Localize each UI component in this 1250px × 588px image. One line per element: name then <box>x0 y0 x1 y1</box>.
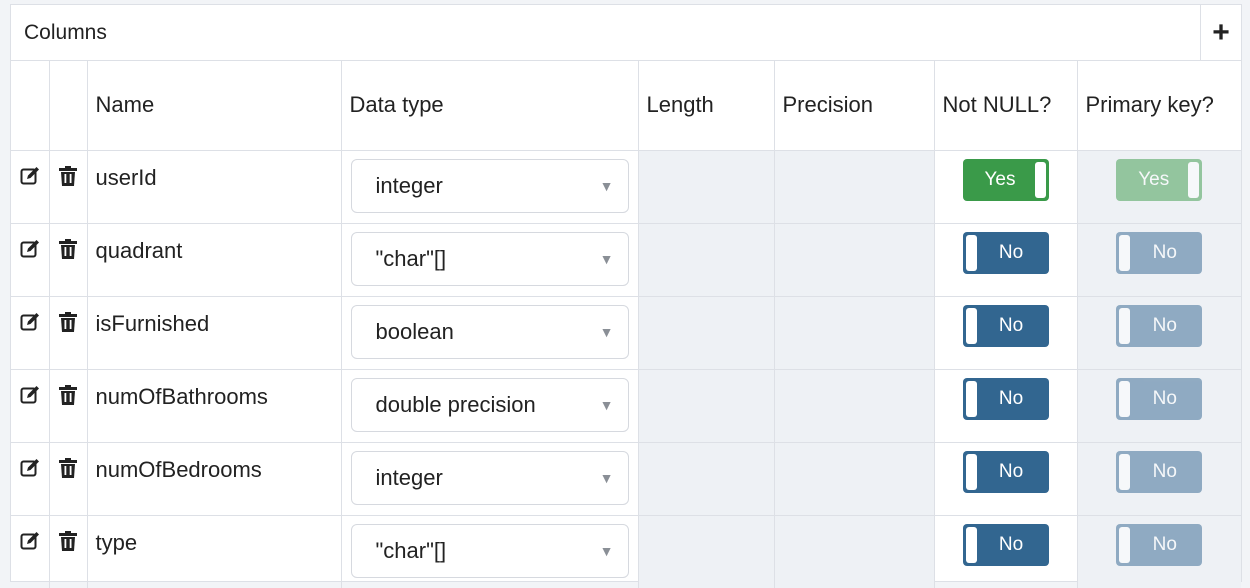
table-header-row: Name Data type Length Precision Not NULL… <box>11 61 1241 151</box>
columns-panel: Columns + Name Data type Length Precisio… <box>10 4 1242 588</box>
not-null-toggle[interactable]: Yes <box>962 158 1049 201</box>
data-type-select[interactable]: integer ▼ <box>350 450 629 505</box>
column-name[interactable]: type <box>87 515 342 588</box>
primary-key-toggle[interactable]: No <box>1116 523 1203 566</box>
trash-icon[interactable] <box>59 384 77 406</box>
primary-key-value: No <box>1152 387 1177 409</box>
trash-icon[interactable] <box>59 457 77 479</box>
precision-cell <box>774 223 935 297</box>
precision-cell <box>774 515 935 588</box>
not-null-value: No <box>998 460 1024 482</box>
data-type-value: integer <box>375 464 443 490</box>
edit-icon[interactable] <box>20 238 40 260</box>
data-type-select[interactable]: double precision ▼ <box>350 377 629 432</box>
edit-icon[interactable] <box>20 457 40 479</box>
data-type-value: double precision <box>375 391 536 417</box>
column-name[interactable]: numOfBedrooms <box>87 442 342 516</box>
length-cell <box>638 515 775 588</box>
header-delete <box>49 61 88 151</box>
columns-table: Name Data type Length Precision Not NULL… <box>11 61 1241 588</box>
data-type-select[interactable]: boolean ▼ <box>350 304 629 359</box>
not-null-toggle[interactable]: No <box>962 304 1049 347</box>
edit-icon[interactable] <box>20 384 40 406</box>
column-name[interactable]: numOfBathrooms <box>87 369 342 443</box>
table-row: isFurnished boolean ▼ No No <box>11 296 1241 370</box>
not-null-value: No <box>998 533 1024 555</box>
not-null-toggle[interactable]: No <box>962 231 1049 274</box>
not-null-value: Yes <box>984 168 1016 190</box>
precision-cell <box>774 296 935 370</box>
caret-down-icon: ▼ <box>599 396 614 413</box>
table-row: numOfBedrooms integer ▼ No No <box>11 442 1241 516</box>
edit-icon[interactable] <box>20 530 40 552</box>
table-row: quadrant "char"[] ▼ No No <box>11 223 1241 297</box>
trash-icon[interactable] <box>59 238 77 260</box>
primary-key-value: No <box>1152 460 1177 482</box>
not-null-toggle[interactable]: No <box>962 450 1049 493</box>
plus-icon: + <box>1212 15 1230 49</box>
primary-key-toggle[interactable]: No <box>1116 377 1203 420</box>
header-precision: Precision <box>774 61 935 151</box>
trash-icon[interactable] <box>59 165 77 187</box>
caret-down-icon: ▼ <box>599 542 614 559</box>
header-name: Name <box>87 61 342 151</box>
edit-icon[interactable] <box>20 311 40 333</box>
data-type-value: "char"[] <box>375 245 447 271</box>
not-null-toggle[interactable]: No <box>962 377 1049 420</box>
header-primary-key: Primary key? <box>1077 61 1241 151</box>
not-null-value: No <box>998 314 1024 336</box>
caret-down-icon: ▼ <box>599 469 614 486</box>
precision-cell <box>774 442 935 516</box>
trash-icon[interactable] <box>59 530 77 552</box>
precision-cell <box>774 150 935 224</box>
panel-header: Columns + <box>11 5 1241 61</box>
header-not-null: Not NULL? <box>934 61 1078 151</box>
table-row: numOfBathrooms double precision ▼ No No <box>11 369 1241 443</box>
primary-key-value: No <box>1152 533 1177 555</box>
data-type-value: "char"[] <box>375 537 447 563</box>
data-type-value: boolean <box>375 318 454 344</box>
column-name[interactable]: userId <box>87 150 342 224</box>
length-cell <box>638 442 775 516</box>
header-length: Length <box>638 61 775 151</box>
header-edit <box>11 61 50 151</box>
length-cell <box>638 296 775 370</box>
edit-icon[interactable] <box>20 165 40 187</box>
table-row: userId integer ▼ Yes Yes <box>11 150 1241 224</box>
primary-key-value: No <box>1152 314 1177 336</box>
precision-cell <box>774 369 935 443</box>
data-type-value: integer <box>375 172 443 198</box>
primary-key-value: No <box>1152 241 1177 263</box>
primary-key-toggle[interactable]: No <box>1116 231 1203 274</box>
not-null-value: No <box>998 387 1024 409</box>
column-name[interactable]: quadrant <box>87 223 342 297</box>
data-type-select[interactable]: integer ▼ <box>350 158 629 213</box>
primary-key-toggle[interactable]: Yes <box>1116 158 1203 201</box>
not-null-value: No <box>998 241 1024 263</box>
length-cell <box>638 223 775 297</box>
header-data-type: Data type <box>341 61 639 151</box>
table-row: type "char"[] ▼ No No <box>11 515 1241 588</box>
caret-down-icon: ▼ <box>599 250 614 267</box>
trash-icon[interactable] <box>59 311 77 333</box>
primary-key-toggle[interactable]: No <box>1116 450 1203 493</box>
caret-down-icon: ▼ <box>599 323 614 340</box>
caret-down-icon: ▼ <box>599 177 614 194</box>
primary-key-toggle[interactable]: No <box>1116 304 1203 347</box>
length-cell <box>638 369 775 443</box>
primary-key-value: Yes <box>1138 168 1170 190</box>
not-null-toggle[interactable]: No <box>962 523 1049 566</box>
data-type-select[interactable]: "char"[] ▼ <box>350 231 629 286</box>
length-cell <box>638 150 775 224</box>
data-type-select[interactable]: "char"[] ▼ <box>350 523 629 578</box>
column-name[interactable]: isFurnished <box>87 296 342 370</box>
panel-title: Columns <box>24 20 107 44</box>
add-column-button[interactable]: + <box>1200 5 1241 60</box>
